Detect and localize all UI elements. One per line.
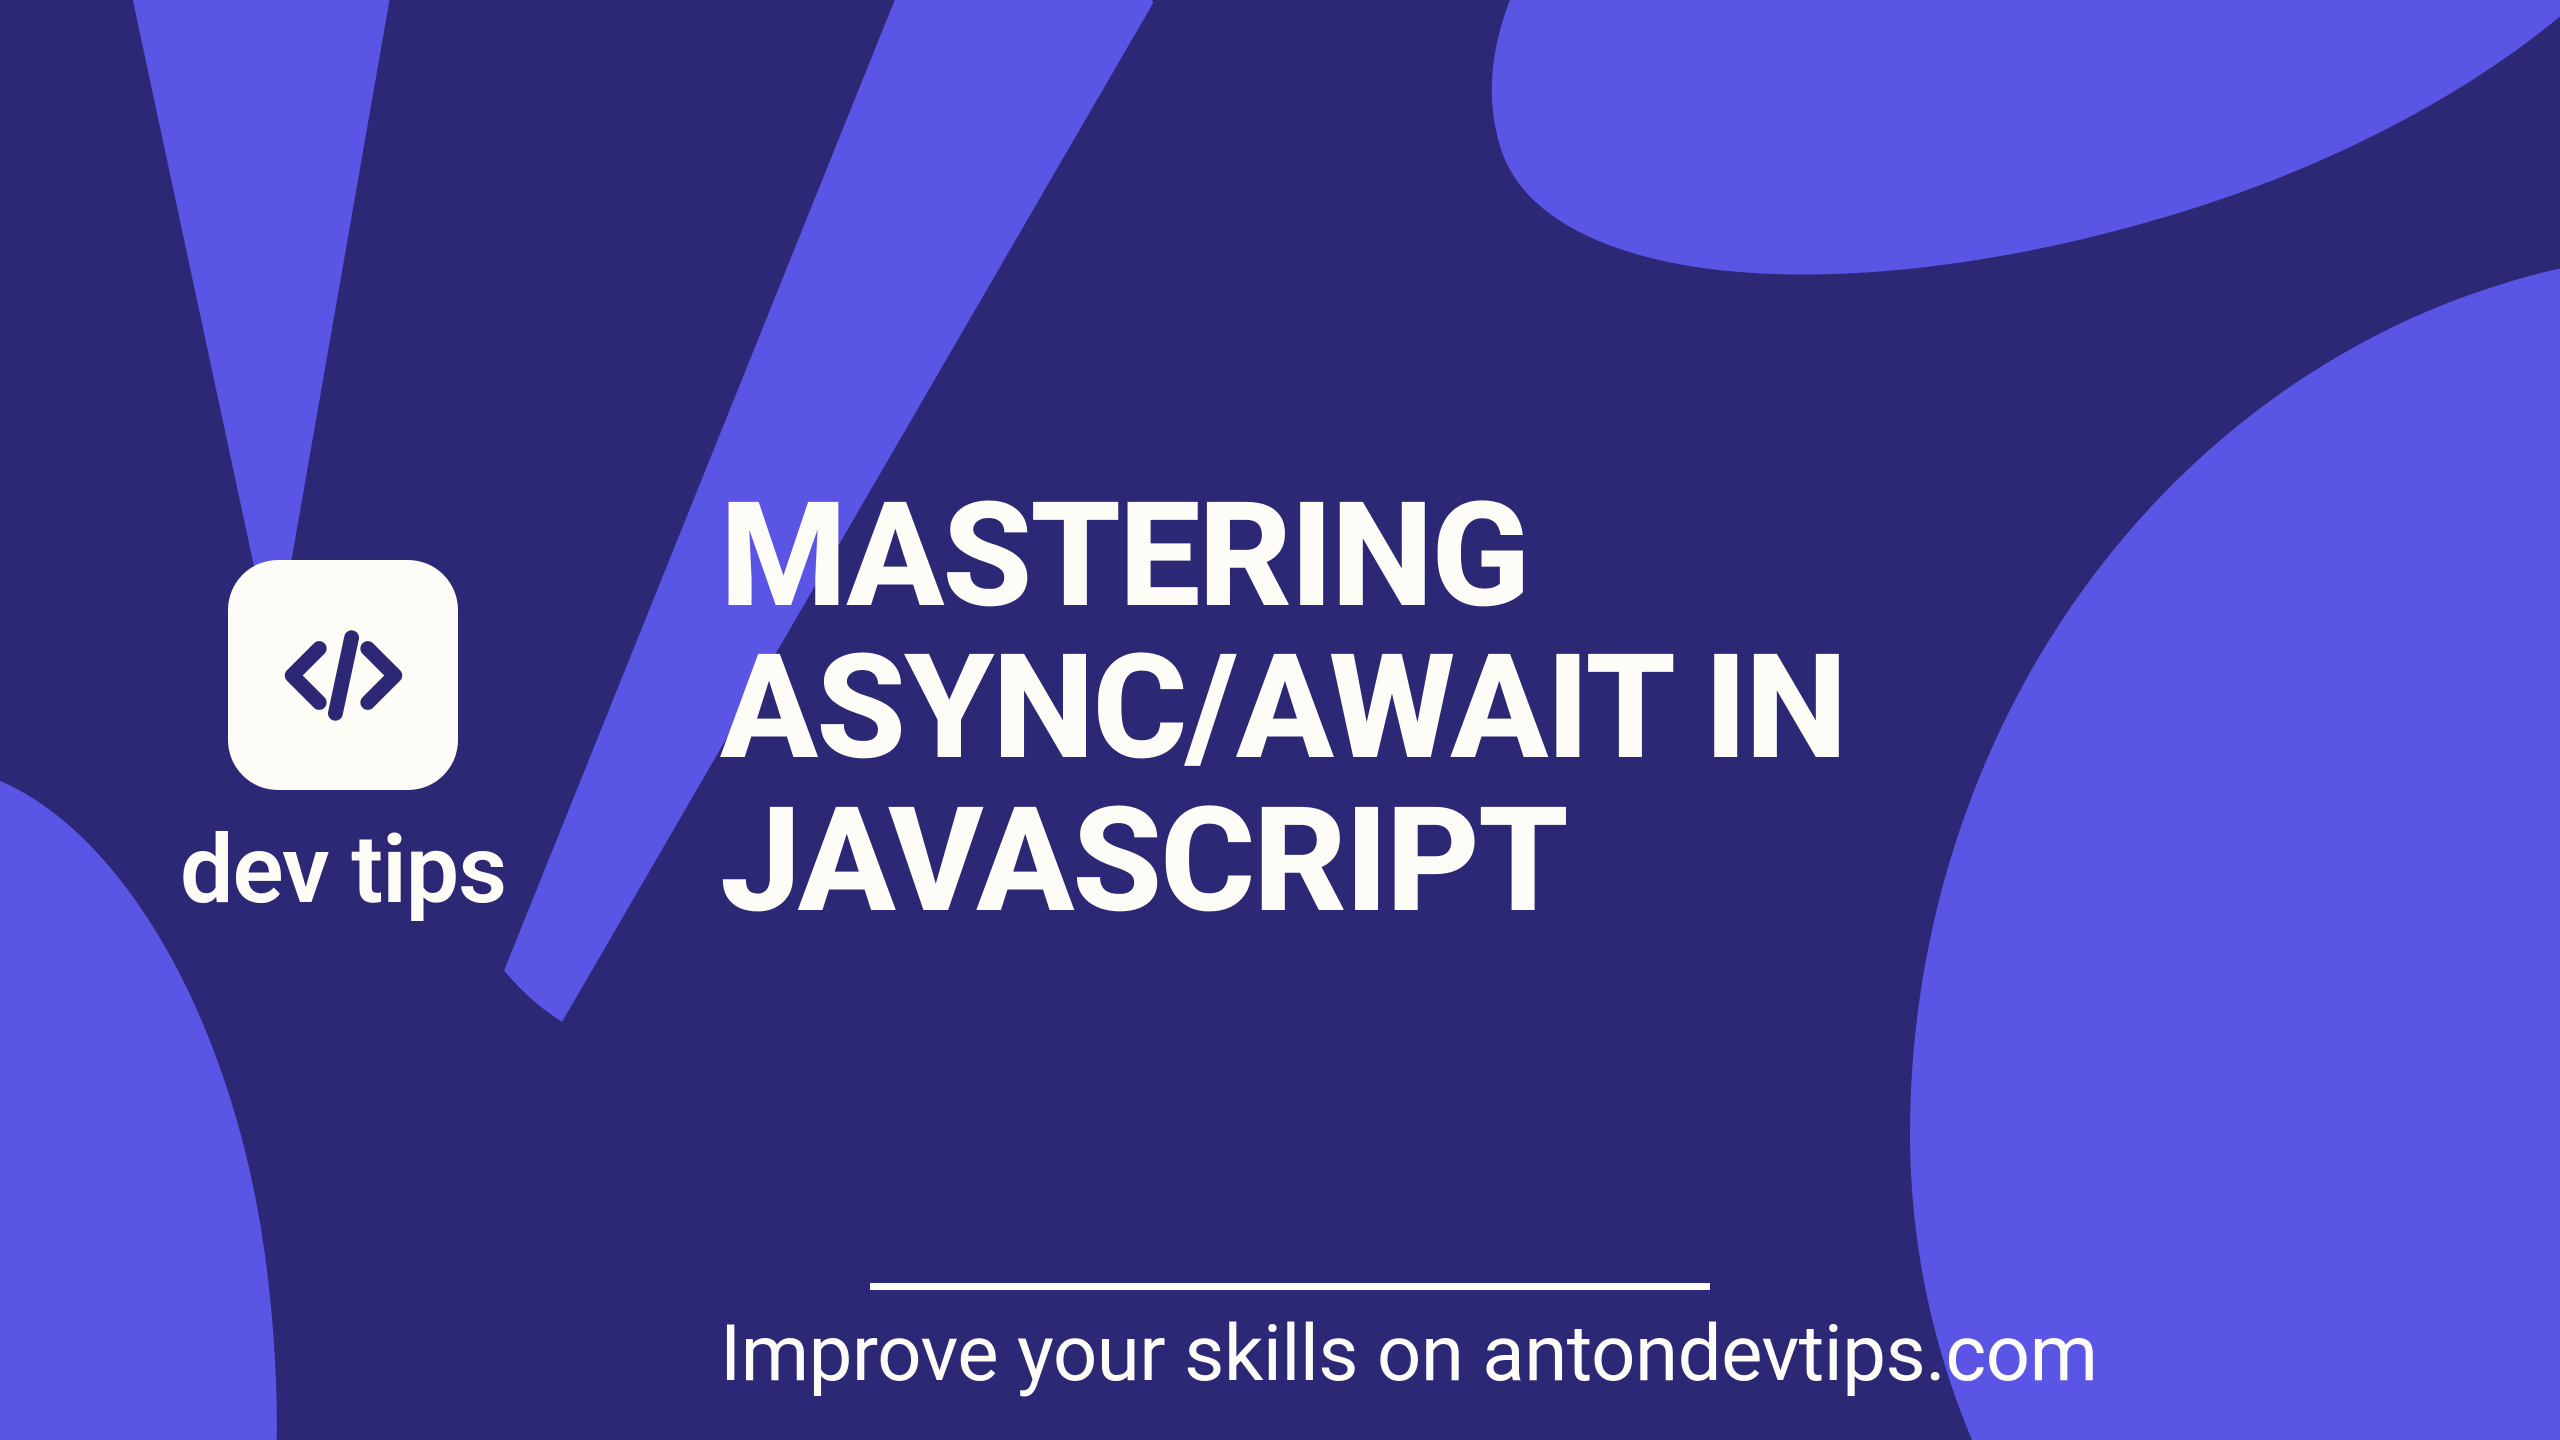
logo-icon-container <box>228 560 458 790</box>
logo-block: dev tips <box>180 560 506 926</box>
promo-banner: dev tips MASTERINGASYNC/AWAIT INJAVASCRI… <box>0 0 2560 1440</box>
decorative-shape <box>1910 250 2560 1440</box>
logo-text: dev tips <box>180 815 506 926</box>
code-slash-icon <box>276 608 411 743</box>
title-text: MASTERINGASYNC/AWAIT INJAVASCRIPT <box>720 471 1845 946</box>
tagline-text: Improve your skills on antondevtips.com <box>720 1309 2098 1400</box>
divider-line <box>870 1283 1710 1290</box>
main-title: MASTERINGASYNC/AWAIT INJAVASCRIPT <box>720 480 1845 937</box>
